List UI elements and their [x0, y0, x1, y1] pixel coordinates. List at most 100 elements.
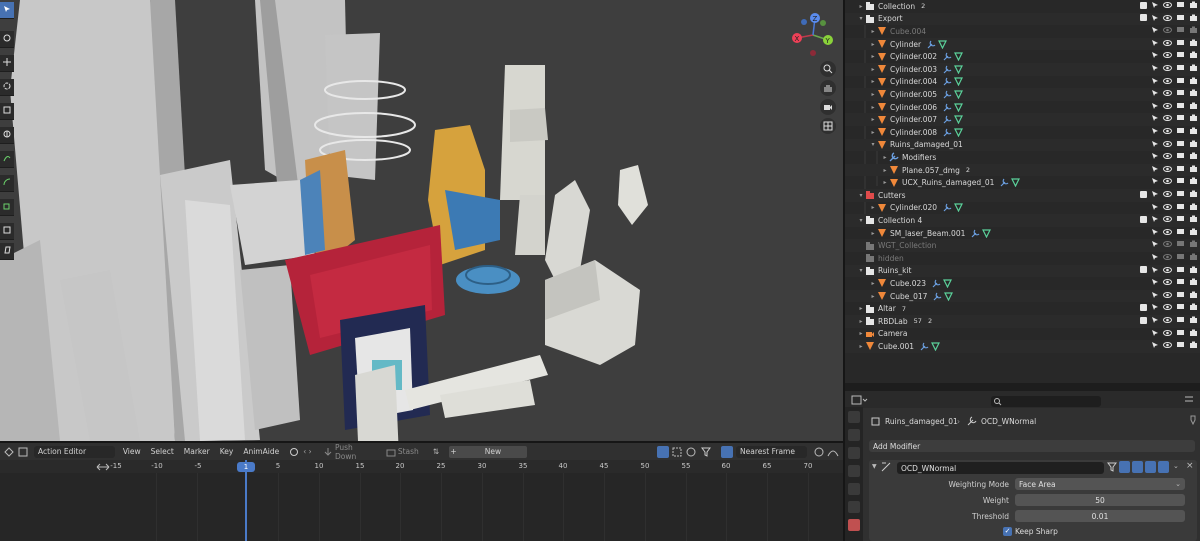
render-camera-icon[interactable]	[1189, 240, 1198, 248]
render-camera-icon[interactable]	[1189, 291, 1198, 299]
editor-mode-select[interactable]: Action Editor	[34, 445, 115, 458]
expand-arrow-icon[interactable]: ▸	[869, 293, 877, 300]
physics-tab-icon[interactable]	[848, 519, 860, 531]
outliner-row[interactable]: ▸ SM_laser_Beam.001	[845, 227, 1200, 240]
add-cube-tool[interactable]	[0, 199, 14, 216]
action-editor-panel[interactable]: Action Editor View Select Marker Key Ani…	[0, 443, 843, 541]
render-camera-icon[interactable]	[1189, 341, 1198, 349]
area-separator-horizontal[interactable]	[845, 383, 1200, 391]
perspective-toggle-icon[interactable]	[820, 118, 836, 134]
filter-icon[interactable]	[701, 447, 717, 457]
pin-icon[interactable]	[1189, 415, 1197, 426]
render-camera-icon[interactable]	[1189, 316, 1198, 324]
render-camera-icon[interactable]	[1189, 1, 1198, 9]
selectable-arrow-icon[interactable]	[1151, 26, 1159, 34]
weight-input[interactable]: 50	[1015, 494, 1185, 506]
viewport-disable-icon[interactable]	[1176, 215, 1185, 223]
expand-arrow-icon[interactable]: ▸	[857, 330, 865, 337]
outliner-row[interactable]: ▾ Ruins_damaged_01	[845, 138, 1200, 152]
outliner-row[interactable]: ▾ Collection 4	[845, 214, 1200, 227]
selectable-arrow-icon[interactable]	[1151, 140, 1159, 148]
exclude-checkbox[interactable]	[1140, 316, 1147, 324]
selectable-arrow-icon[interactable]	[1151, 77, 1159, 85]
render-camera-icon[interactable]	[1189, 228, 1198, 236]
keyframe-area[interactable]	[0, 473, 843, 541]
select-box-tool[interactable]	[0, 2, 14, 19]
visibility-eye-icon[interactable]	[1163, 228, 1172, 236]
expand-arrow-icon[interactable]: ▸	[857, 3, 865, 10]
selectable-arrow-icon[interactable]	[1151, 89, 1159, 97]
viewport-disable-icon[interactable]	[1176, 228, 1185, 236]
selectable-arrow-icon[interactable]	[1151, 190, 1159, 198]
show-errors-icon[interactable]	[685, 446, 697, 458]
menu-marker[interactable]: Marker	[184, 447, 210, 456]
selectable-arrow-icon[interactable]	[1151, 127, 1159, 135]
measure-tool[interactable]	[0, 175, 14, 192]
selectable-arrow-icon[interactable]	[1151, 215, 1159, 223]
visibility-eye-icon[interactable]	[1163, 77, 1172, 85]
visibility-eye-icon[interactable]	[1163, 1, 1172, 9]
selectable-arrow-icon[interactable]	[1151, 240, 1159, 248]
selectable-arrow-icon[interactable]	[1151, 102, 1159, 110]
viewport-disable-icon[interactable]	[1176, 1, 1185, 9]
editor-type-icon[interactable]	[851, 395, 869, 405]
expand-arrow-icon[interactable]: ▸	[869, 66, 877, 73]
outliner-row[interactable]: ▸ Plane.057_dmg 2	[845, 163, 1200, 177]
expand-arrow-icon[interactable]: ▸	[869, 280, 877, 287]
selectable-arrow-icon[interactable]	[1151, 14, 1159, 22]
outliner-row[interactable]: ▸ Cube.023	[845, 277, 1200, 290]
visibility-eye-icon[interactable]	[1163, 215, 1172, 223]
exclude-checkbox[interactable]	[1140, 215, 1147, 223]
expand-arrow-icon[interactable]: ▸	[857, 343, 865, 350]
render-camera-icon[interactable]	[1189, 215, 1198, 223]
selectable-arrow-icon[interactable]	[1151, 51, 1159, 59]
editor-type-icon[interactable]	[4, 446, 14, 457]
transform-tool[interactable]	[0, 127, 14, 144]
on-cage-toggle-icon[interactable]	[1119, 461, 1130, 473]
area-separator-timeline[interactable]	[0, 441, 843, 443]
viewport-disable-icon[interactable]	[1176, 102, 1185, 110]
render-camera-icon[interactable]	[1189, 89, 1198, 97]
selectable-arrow-icon[interactable]	[1151, 152, 1159, 160]
expand-arrow-icon[interactable]: ▸	[857, 318, 865, 325]
visibility-eye-icon[interactable]	[1163, 203, 1172, 211]
expand-arrow-icon[interactable]: ▸	[869, 104, 877, 111]
viewport-disable-icon[interactable]	[1176, 190, 1185, 198]
viewport-disable-icon[interactable]	[1176, 253, 1185, 261]
viewport-disable-icon[interactable]	[1176, 291, 1185, 299]
outliner-row[interactable]: ▸ Modifiers	[845, 151, 1200, 164]
push-down-button[interactable]: Push Down	[335, 443, 376, 461]
expand-arrow-icon[interactable]: ▸	[869, 116, 877, 123]
visibility-eye-icon[interactable]	[1163, 127, 1172, 135]
scale-tool[interactable]	[0, 103, 14, 120]
selectable-arrow-icon[interactable]	[1151, 203, 1159, 211]
expand-arrow-icon[interactable]: ▸	[869, 129, 877, 136]
render-camera-icon[interactable]	[1189, 26, 1198, 34]
render-camera-icon[interactable]	[1189, 77, 1198, 85]
render-camera-icon[interactable]	[1189, 14, 1198, 22]
push-down-icon[interactable]	[323, 447, 333, 457]
render-camera-icon[interactable]	[1189, 203, 1198, 211]
visibility-eye-icon[interactable]	[1163, 341, 1172, 349]
3d-viewport[interactable]: X Y Z	[0, 0, 843, 441]
visibility-eye-icon[interactable]	[1163, 89, 1172, 97]
visibility-eye-icon[interactable]	[1163, 316, 1172, 324]
expand-arrow-icon[interactable]: ▸	[869, 28, 877, 35]
render-camera-icon[interactable]	[1189, 303, 1198, 311]
render-camera-icon[interactable]	[1189, 152, 1198, 160]
viewport-disable-icon[interactable]	[1176, 329, 1185, 337]
outliner-panel[interactable]: ▸ Collection 2 ▾ Export ▸ Cube.004 ▸ Cylinder ▸ Cy…	[845, 0, 1200, 383]
realtime-toggle-icon[interactable]	[1145, 461, 1156, 473]
navigation-gizmo[interactable]: X Y Z	[788, 10, 838, 60]
render-toggle-icon[interactable]	[1158, 461, 1169, 473]
area-separator-vertical[interactable]	[843, 0, 845, 541]
nav-arrows-icon[interactable]: ‹ ›	[303, 447, 317, 457]
selectable-arrow-icon[interactable]	[1151, 1, 1159, 9]
visibility-eye-icon[interactable]	[1163, 303, 1172, 311]
expand-arrow-icon[interactable]: ▸	[881, 179, 889, 186]
cursor-tool[interactable]	[0, 31, 14, 48]
viewport-disable-icon[interactable]	[1176, 152, 1185, 160]
outliner-row[interactable]: ▸ Cylinder.003	[845, 63, 1200, 76]
outliner-row[interactable]: ▸ RBDLab 57 2	[845, 315, 1200, 328]
render-camera-icon[interactable]	[1189, 39, 1198, 47]
